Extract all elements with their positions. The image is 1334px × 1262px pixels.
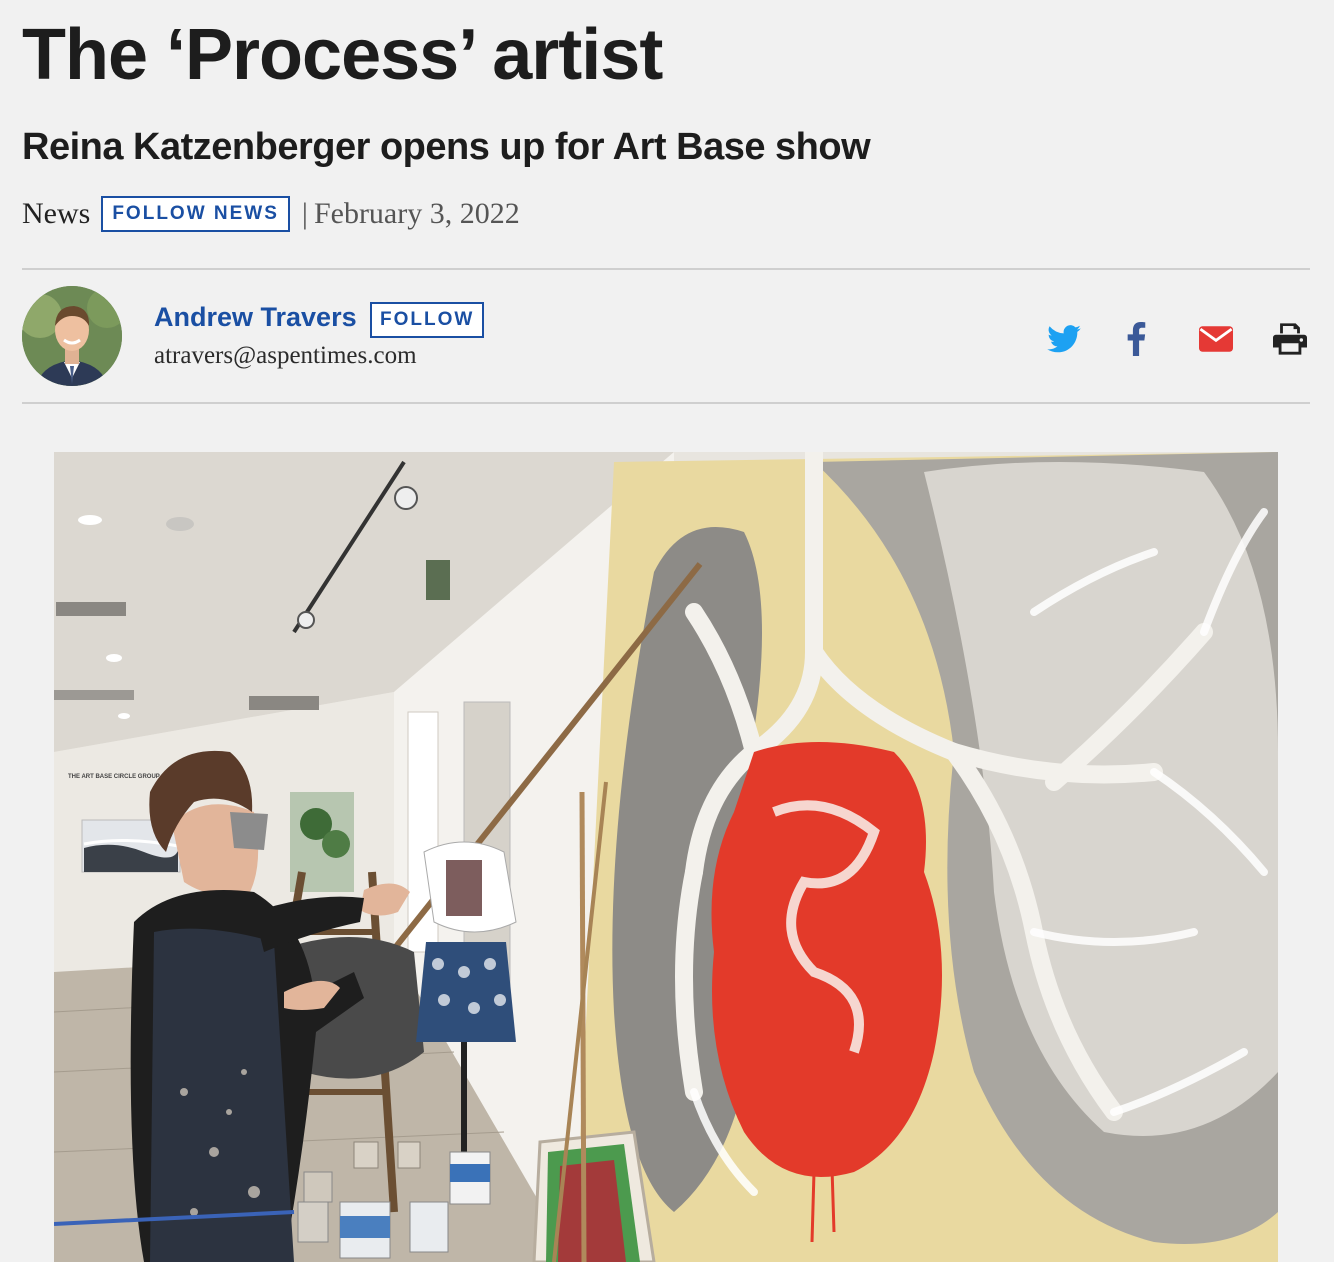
print-icon[interactable] xyxy=(1270,319,1310,359)
twitter-icon[interactable] xyxy=(1044,319,1084,359)
share-bar xyxy=(1044,319,1310,359)
author-name-link[interactable]: Andrew Travers xyxy=(154,302,357,333)
publish-date: February 3, 2022 xyxy=(313,197,520,230)
article-subheadline: Reina Katzenberger opens up for Art Base… xyxy=(22,126,871,168)
author-email-link[interactable]: atravers@aspentimes.com xyxy=(154,342,417,370)
section-label[interactable]: News xyxy=(22,197,90,231)
divider-bottom xyxy=(22,402,1310,404)
author-byline: Andrew Travers FOLLOW atravers@aspentime… xyxy=(22,286,1310,386)
follow-author-button[interactable]: FOLLOW xyxy=(370,302,485,338)
follow-news-button[interactable]: FOLLOW NEWS xyxy=(101,196,290,232)
email-icon[interactable] xyxy=(1196,319,1236,359)
facebook-icon[interactable] xyxy=(1116,319,1156,359)
article-photo[interactable]: THE ART BASE CIRCLE GROUP xyxy=(54,452,1278,1262)
article-headline: The ‘Process’ artist xyxy=(22,15,663,95)
divider-top xyxy=(22,268,1310,270)
author-avatar[interactable] xyxy=(22,286,122,386)
article-meta: News FOLLOW NEWS | February 3, 2022 xyxy=(22,195,520,233)
meta-separator: | xyxy=(301,197,308,230)
gallery-sign-text: THE ART BASE CIRCLE GROUP xyxy=(68,774,160,780)
